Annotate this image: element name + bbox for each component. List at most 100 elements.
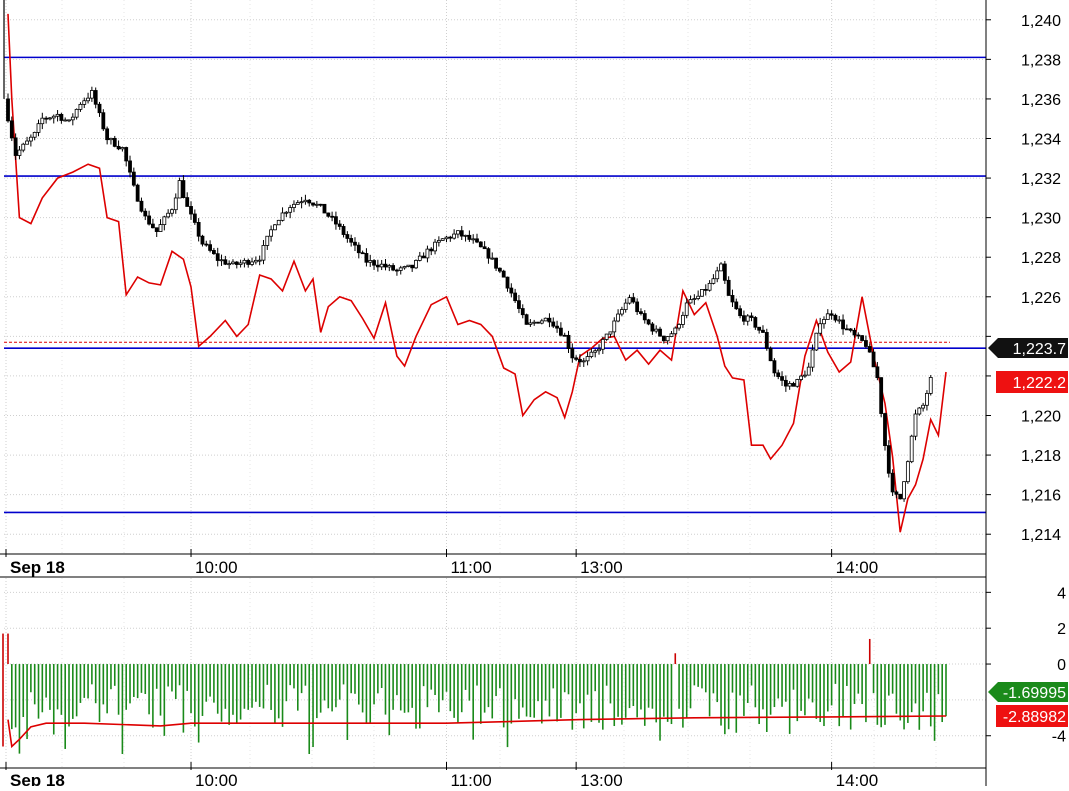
y-tick-label: 1,228 (1021, 250, 1061, 267)
candle-body (417, 255, 422, 261)
candle-body (299, 201, 304, 204)
candle-body (246, 259, 251, 265)
candle-body (764, 332, 769, 349)
candle-body (9, 120, 14, 139)
candle-body (147, 215, 151, 225)
candle-body (486, 248, 491, 259)
candle-body (70, 116, 75, 121)
candle-body (482, 246, 487, 250)
candle-body (616, 313, 620, 322)
candle-body (665, 336, 670, 342)
candle-body (608, 331, 613, 335)
candle-body (219, 259, 224, 262)
candle-body (856, 334, 861, 337)
candle-body (722, 263, 727, 281)
candle-body (78, 103, 83, 110)
candle-body (894, 491, 899, 495)
candle-body (806, 366, 811, 376)
y-tick-label: 1,216 (1021, 488, 1061, 505)
candle-body (288, 207, 293, 213)
x-tick-label: 13:00 (580, 558, 623, 577)
x-tick-label: 13:00 (580, 771, 623, 786)
candle-body (658, 328, 662, 337)
candle-body (303, 199, 308, 203)
signal-line (7, 715, 947, 749)
candle-body (276, 219, 281, 226)
candle-body (448, 236, 453, 239)
candle-body (86, 97, 90, 102)
candle-body (726, 279, 731, 296)
candle-body (349, 238, 354, 243)
candle-body (600, 339, 605, 350)
candle-body (280, 212, 285, 221)
candle-body (6, 98, 10, 122)
candle-body (63, 119, 68, 122)
candle-body (646, 319, 651, 325)
candle-body (677, 324, 681, 329)
candle-body (742, 315, 746, 322)
candle-body (578, 358, 582, 363)
candle-body (295, 202, 300, 205)
candle-body (25, 140, 29, 145)
candle-body (334, 216, 338, 225)
candle-body (150, 223, 155, 229)
candle-body (51, 115, 56, 119)
candle-body (425, 248, 430, 259)
red-average-line (7, 13, 947, 533)
candle-body (692, 298, 697, 300)
candle-body (109, 137, 113, 141)
candle-body (356, 244, 361, 254)
candle-body (257, 259, 262, 262)
candle-body (715, 270, 720, 280)
candle-body (307, 199, 312, 204)
candle-body (253, 259, 258, 263)
candle-body (364, 253, 369, 263)
osc-signal-label-text: -2.88982 (1003, 709, 1066, 726)
candle-body (463, 234, 468, 237)
candle-body (562, 334, 567, 337)
candle-body (639, 311, 643, 314)
candle-body (497, 267, 502, 272)
candle-body (89, 90, 94, 99)
candle-body (456, 230, 460, 235)
candle-body (791, 383, 796, 387)
candle-body (368, 260, 373, 263)
candle-body (829, 313, 834, 316)
candle-body (509, 287, 514, 294)
candle-body (703, 289, 708, 291)
candle-body (883, 413, 887, 447)
candle-body (852, 329, 857, 336)
candle-body (749, 315, 754, 318)
candle-body (475, 238, 479, 243)
candle-body (375, 264, 380, 268)
candle-body (120, 147, 125, 150)
osc-signal-label: -2.88982 (996, 705, 1068, 727)
candle-body (867, 346, 872, 353)
candle-body (539, 320, 544, 324)
candle-body (395, 269, 399, 272)
candle-body (93, 90, 98, 105)
candle-body (467, 234, 472, 240)
candle-body (158, 224, 163, 232)
candle-body (803, 374, 807, 377)
candle-body (436, 240, 441, 243)
candle-body (314, 203, 319, 206)
candle-body (494, 257, 498, 269)
candle-body (558, 327, 563, 336)
candle-body (112, 137, 117, 147)
candle-body (684, 302, 689, 316)
candle-body (822, 319, 826, 325)
candle-body (707, 282, 712, 291)
candle-body (528, 322, 533, 325)
candle-body (59, 113, 64, 121)
candle-body (410, 264, 415, 269)
candle-body (700, 289, 704, 297)
candle-body (28, 136, 33, 142)
osc-current-label-text: -1.69995 (1003, 685, 1066, 702)
chart-container: 1,214 1,216 1,218 1,220 1,226 1,228 1,230 1,232… (0, 0, 1069, 790)
candle-body (215, 253, 220, 261)
candle-body (681, 314, 685, 325)
candle-body (429, 248, 434, 252)
candle-body (917, 407, 922, 415)
candle-body (593, 350, 598, 353)
